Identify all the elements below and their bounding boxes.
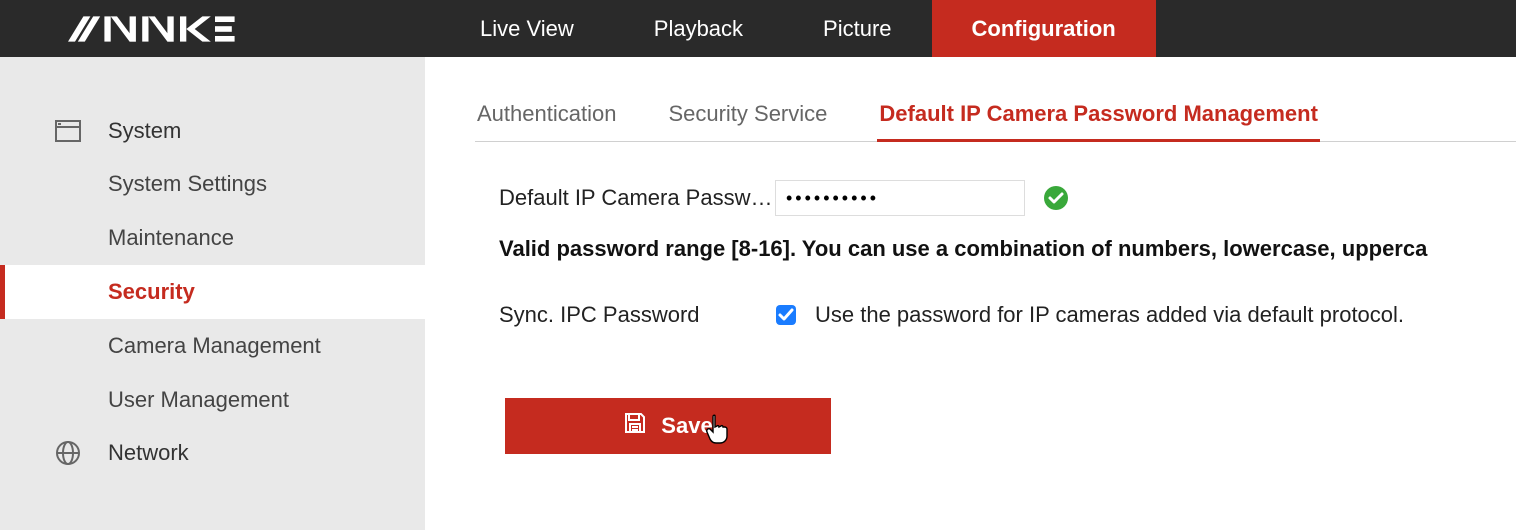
- save-button[interactable]: Save: [505, 398, 831, 454]
- top-navigation: Live View Playback Picture Configuration: [440, 0, 1156, 57]
- tab-bar: Authentication Security Service Default …: [475, 95, 1516, 142]
- sidebar-item-maintenance[interactable]: Maintenance: [0, 211, 425, 265]
- sidebar-item-camera-management[interactable]: Camera Management: [0, 319, 425, 373]
- nav-configuration[interactable]: Configuration: [932, 0, 1156, 57]
- pointer-cursor-icon: [705, 414, 731, 450]
- window-icon: [54, 117, 82, 145]
- globe-icon: [54, 439, 82, 467]
- sidebar-item-security[interactable]: Security: [0, 265, 425, 319]
- tab-default-ip-camera-password[interactable]: Default IP Camera Password Management: [877, 95, 1320, 142]
- nav-playback[interactable]: Playback: [614, 0, 783, 57]
- sidebar-item-system[interactable]: System: [0, 105, 425, 157]
- tab-security-service[interactable]: Security Service: [666, 95, 829, 141]
- sync-ipc-label: Sync. IPC Password: [499, 302, 775, 328]
- save-row: Save: [475, 398, 1516, 454]
- sidebar-group-network: Network: [0, 427, 425, 479]
- password-label: Default IP Camera Passw…: [475, 185, 775, 211]
- sidebar-item-network[interactable]: Network: [0, 427, 425, 479]
- password-row: Default IP Camera Passw…: [475, 180, 1516, 216]
- sidebar-item-user-management[interactable]: User Management: [0, 373, 425, 427]
- sidebar-item-system-settings[interactable]: System Settings: [0, 157, 425, 211]
- nav-live-view[interactable]: Live View: [440, 0, 614, 57]
- sync-ipc-description: Use the password for IP cameras added vi…: [815, 302, 1404, 328]
- sync-ipc-row: Sync. IPC Password Use the password for …: [475, 302, 1516, 328]
- content-area: Authentication Security Service Default …: [425, 57, 1516, 530]
- sidebar-group-system: System System Settings Maintenance Secur…: [0, 105, 425, 427]
- sidebar-label: System: [108, 118, 181, 144]
- check-circle-icon: [1043, 185, 1069, 211]
- annke-logo-icon: [68, 15, 236, 43]
- default-ip-camera-password-input[interactable]: [775, 180, 1025, 216]
- sync-ipc-checkbox[interactable]: [775, 304, 797, 326]
- save-disk-icon: [623, 411, 647, 441]
- main-area: System System Settings Maintenance Secur…: [0, 57, 1516, 530]
- nav-picture[interactable]: Picture: [783, 0, 931, 57]
- sidebar-label: Network: [108, 440, 189, 466]
- brand-logo: [0, 15, 440, 43]
- sidebar: System System Settings Maintenance Secur…: [0, 57, 425, 530]
- password-hint-text: Valid password range [8-16]. You can use…: [475, 236, 1516, 262]
- password-form: Default IP Camera Passw… Valid password …: [475, 142, 1516, 454]
- topbar: Live View Playback Picture Configuration: [0, 0, 1516, 57]
- tab-authentication[interactable]: Authentication: [475, 95, 618, 141]
